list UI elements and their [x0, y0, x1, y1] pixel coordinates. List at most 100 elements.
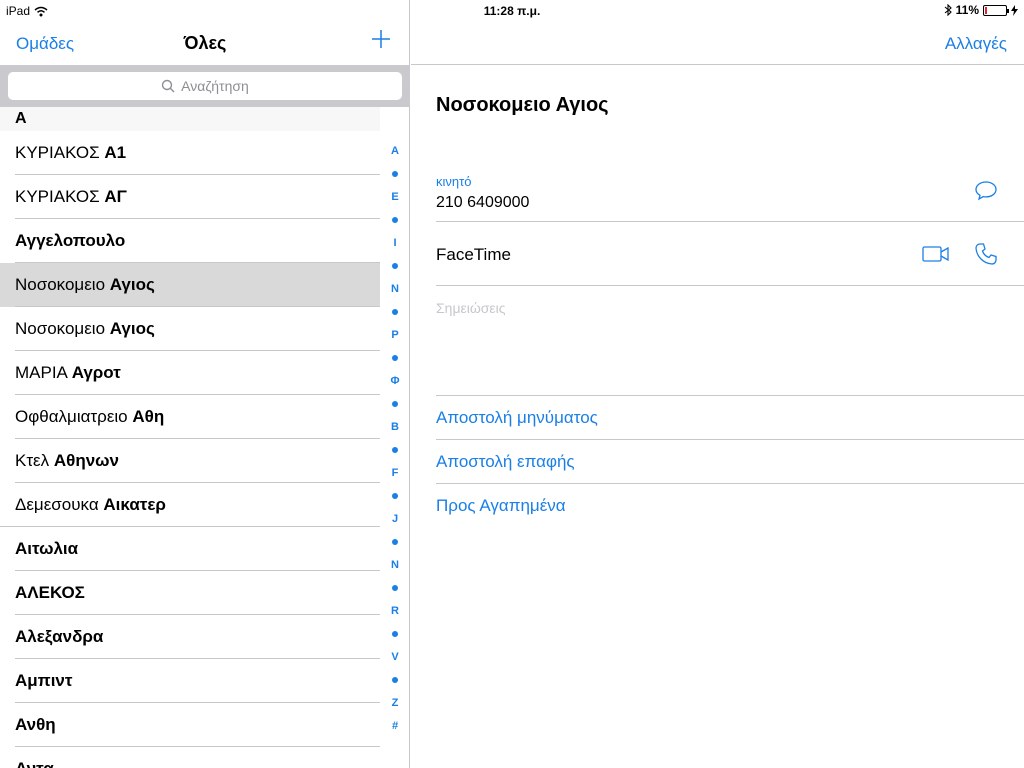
search-placeholder: Αναζήτηση [181, 78, 249, 94]
video-call-icon[interactable] [922, 244, 950, 264]
contact-row[interactable]: ΚΥΡΙΑΚΟΣ ΑΓ [0, 175, 380, 219]
index-letter[interactable]: F [384, 462, 406, 485]
contact-last-name: Αθηνων [53, 451, 119, 470]
contact-last-name: Αιτωλια [15, 539, 79, 558]
dot-icon [392, 585, 398, 592]
notes-field[interactable]: Σημειώσεις [436, 286, 1024, 396]
contact-row[interactable]: Νοσοκομειο Αγιος [0, 307, 380, 351]
contact-first-name: Νοσοκομειο [15, 319, 110, 338]
dot-icon [392, 263, 398, 270]
phone-call-icon[interactable] [974, 242, 998, 266]
contact-last-name: Αικατερ [103, 495, 166, 514]
send-message-button[interactable]: Αποστολή μηνύματος [436, 396, 1024, 440]
phone-field[interactable]: κινητό 210 6409000 [436, 166, 1024, 222]
contacts-list-pane: Ομάδες Όλες Αναζήτηση A ΚΥΡΙΑΚΟΣ Α1 ΚΥΡΙ… [0, 0, 410, 768]
contact-row[interactable]: Αλεξανδρα [0, 615, 380, 659]
index-dot[interactable] [384, 301, 406, 324]
index-letter[interactable]: E [384, 186, 406, 209]
contact-row[interactable]: Δεμεσουκα Αικατερ [0, 483, 380, 527]
contact-row[interactable]: Αγγελοπουλο [0, 219, 380, 263]
add-to-favorites-button[interactable]: Προς Αγαπημένα [436, 484, 1024, 528]
section-header: A [0, 107, 380, 131]
contact-first-name: Κτελ [15, 451, 54, 470]
index-dot[interactable] [384, 163, 406, 186]
contact-row[interactable]: Οφθαλμιατρειο Αθη [0, 395, 380, 439]
contact-last-name: Αγιος [109, 319, 155, 338]
contact-detail-pane: Αλλαγές Νοσοκομειο Αγιος κινητό 210 6409… [411, 0, 1024, 768]
groups-button[interactable]: Ομάδες [16, 34, 74, 54]
dot-icon [392, 355, 398, 362]
search-bar: Αναζήτηση [0, 65, 410, 107]
dot-icon [392, 631, 398, 638]
contact-name: Νοσοκομειο Αγιος [436, 94, 609, 116]
index-dot[interactable] [384, 393, 406, 416]
index-dot[interactable] [384, 255, 406, 278]
index-letter[interactable]: R [384, 600, 406, 623]
contact-list: A ΚΥΡΙΑΚΟΣ Α1 ΚΥΡΙΑΚΟΣ ΑΓ Αγγελοπουλο Νο… [0, 107, 380, 768]
contact-last-name: ΑΛΕΚΟΣ [15, 583, 85, 602]
contact-row[interactable]: ΚΥΡΙΑΚΟΣ Α1 [0, 131, 380, 175]
contact-last-name: Αθη [132, 407, 165, 426]
index-dot[interactable] [384, 439, 406, 462]
index-letter[interactable]: B [384, 416, 406, 439]
contact-last-name: Α1 [104, 143, 127, 162]
contact-row[interactable]: Αιτωλια [0, 527, 380, 571]
dot-icon [392, 539, 398, 546]
message-icon[interactable] [974, 180, 998, 202]
index-letter[interactable]: N [384, 554, 406, 577]
search-input[interactable]: Αναζήτηση [8, 72, 402, 100]
index-dot[interactable] [384, 485, 406, 508]
contact-row[interactable]: Ανθη [0, 703, 380, 747]
dot-icon [392, 447, 398, 454]
index-letter[interactable]: J [384, 508, 406, 531]
index-letter[interactable]: Z [384, 692, 406, 715]
index-dot[interactable] [384, 669, 406, 692]
index-letter[interactable]: N [384, 278, 406, 301]
contact-first-name: Οφθαλμιατρειο [15, 407, 133, 426]
detail-nav-bar: Αλλαγές [411, 22, 1024, 65]
index-dot[interactable] [384, 209, 406, 232]
contact-first-name: Δεμεσουκα [15, 495, 104, 514]
contact-last-name: Ανθη [15, 715, 56, 734]
facetime-field: FaceTime [436, 222, 1024, 286]
contact-row[interactable]: ΑΛΕΚΟΣ [0, 571, 380, 615]
phone-number[interactable]: 210 6409000 [436, 194, 529, 212]
index-letter[interactable]: V [384, 646, 406, 669]
contact-row[interactable]: Αμπιντ [0, 659, 380, 703]
index-letter[interactable]: I [384, 232, 406, 255]
add-contact-icon[interactable] [370, 28, 392, 50]
dot-icon [392, 171, 398, 178]
contact-row[interactable]: ΜΑΡΙΑ Αγροτ [0, 351, 380, 395]
section-index-bar[interactable]: A E I N P Φ B F J N R V Z # [384, 140, 406, 738]
dot-icon [392, 677, 398, 684]
index-dot[interactable] [384, 531, 406, 554]
contact-last-name: Αντα [15, 759, 54, 768]
contact-row[interactable]: Κτελ Αθηνων [0, 439, 380, 483]
contact-last-name: Αγγελοπουλο [15, 231, 126, 250]
contact-first-name: ΚΥΡΙΑΚΟΣ [15, 143, 105, 162]
edit-button[interactable]: Αλλαγές [945, 34, 1007, 54]
contact-first-name: Νοσοκομειο [15, 275, 110, 294]
share-contact-button[interactable]: Αποστολή επαφής [436, 440, 1024, 484]
contact-row-selected[interactable]: Νοσοκομειο Αγιος [0, 263, 380, 307]
contacts-nav-bar: Ομάδες Όλες [0, 22, 410, 65]
index-dot[interactable] [384, 623, 406, 646]
search-icon [161, 79, 175, 93]
contact-row[interactable]: Αντα [0, 747, 380, 768]
index-dot[interactable] [384, 577, 406, 600]
index-letter[interactable]: Φ [384, 370, 406, 393]
index-letter[interactable]: # [384, 715, 406, 738]
contact-last-name: Αλεξανδρα [15, 627, 104, 646]
facetime-label: FaceTime [436, 245, 511, 264]
contact-last-name: ΑΓ [104, 187, 127, 206]
phone-label: κινητό [436, 174, 472, 189]
index-letter[interactable]: A [384, 140, 406, 163]
contact-first-name: ΚΥΡΙΑΚΟΣ [15, 187, 105, 206]
notes-placeholder: Σημειώσεις [436, 300, 506, 316]
contact-last-name: Αγιος [109, 275, 155, 294]
dot-icon [392, 401, 398, 408]
index-letter[interactable]: P [384, 324, 406, 347]
index-dot[interactable] [384, 347, 406, 370]
dot-icon [392, 309, 398, 316]
contact-last-name: Αμπιντ [15, 671, 73, 690]
